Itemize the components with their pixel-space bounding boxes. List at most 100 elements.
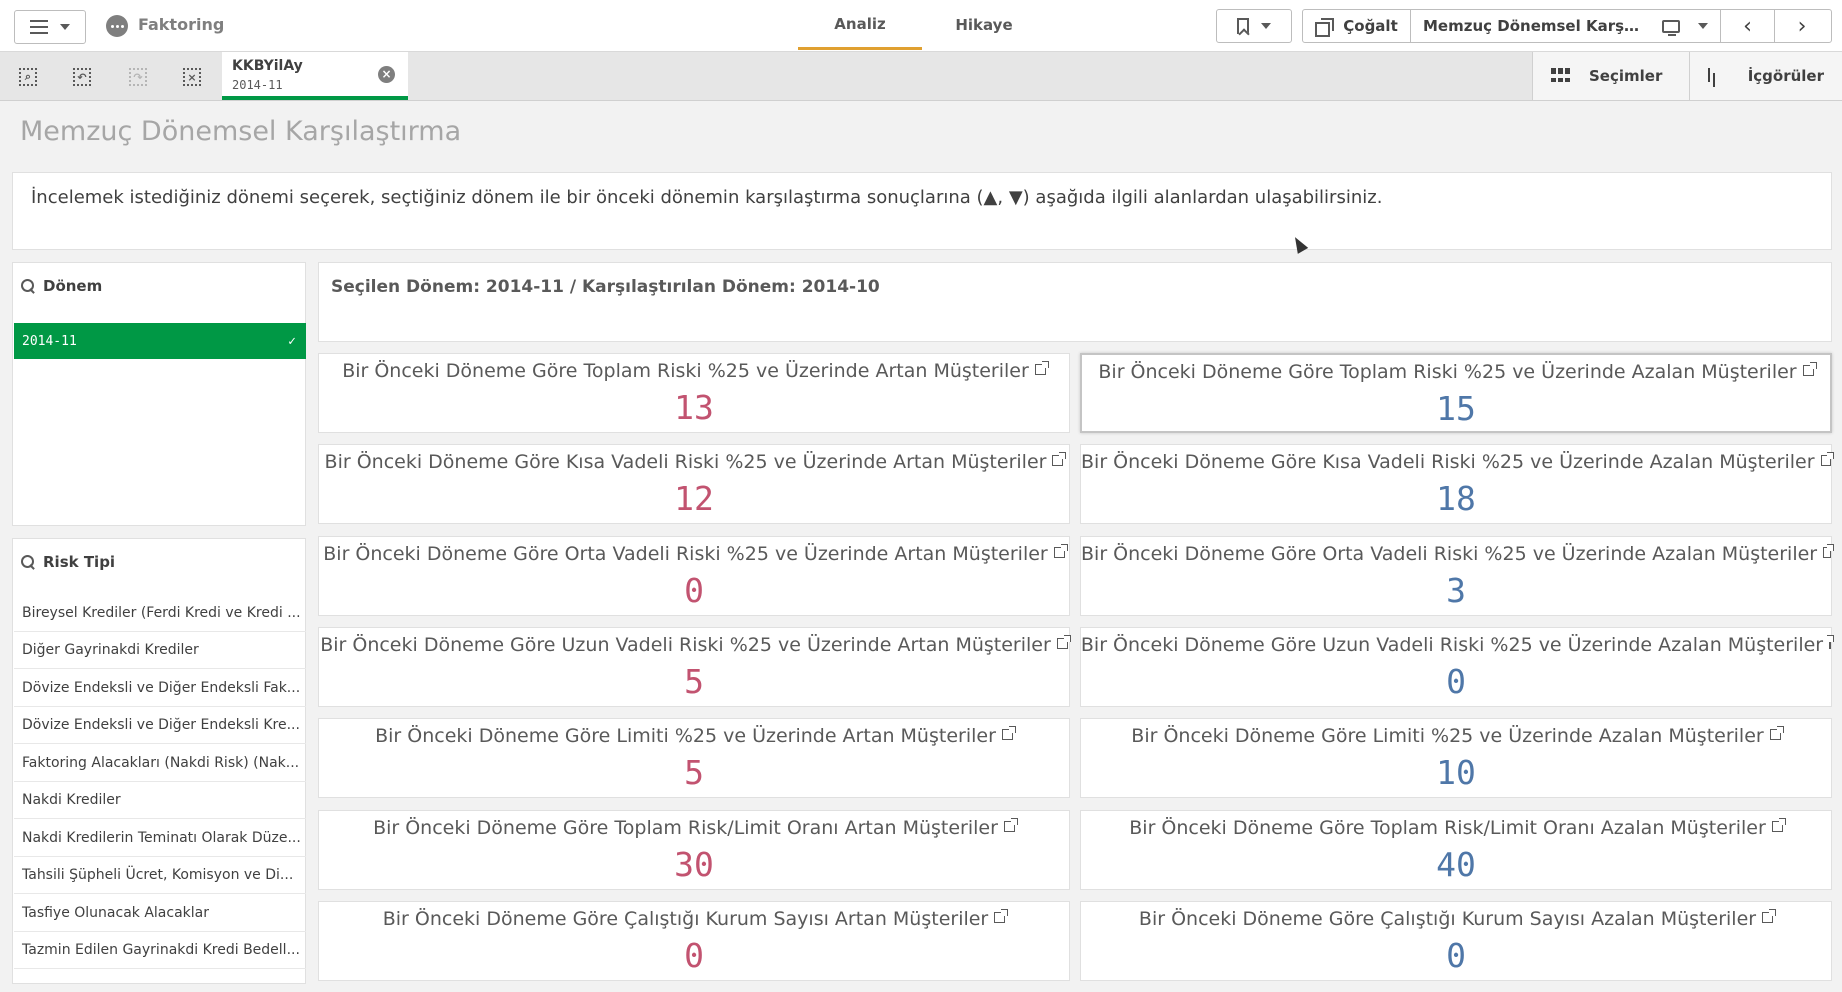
kpi-value: 30 bbox=[674, 845, 714, 884]
risk-tipi-filter-header[interactable]: Risk Tipi bbox=[21, 553, 115, 571]
sheet-title: Memzuç Dönemsel Karşılaştırma bbox=[20, 116, 462, 147]
kpi-title: Bir Önceki Döneme Göre Çalıştığı Kurum S… bbox=[319, 908, 1069, 930]
kpi-label: Bir Önceki Döneme Göre Toplam Risk/Limit… bbox=[373, 817, 998, 839]
external-link-icon[interactable] bbox=[1771, 817, 1786, 832]
kpi-label: Bir Önceki Döneme Göre Orta Vadeli Riski… bbox=[323, 543, 1048, 565]
external-link-icon[interactable] bbox=[1003, 817, 1018, 832]
external-link-icon[interactable] bbox=[1827, 634, 1835, 649]
kpi-label: Bir Önceki Döneme Göre Çalıştığı Kurum S… bbox=[1138, 908, 1757, 930]
kpi-card[interactable]: Bir Önceki Döneme Göre Toplam Risk/Limit… bbox=[1080, 810, 1832, 890]
external-link-icon[interactable] bbox=[1034, 360, 1049, 375]
sheet-icon bbox=[1661, 19, 1680, 36]
global-menu-button[interactable] bbox=[14, 10, 86, 44]
kpi-title: Bir Önceki Döneme Göre Kısa Vadeli Riski… bbox=[319, 451, 1069, 473]
list-item[interactable]: Diğer Gayrinakdi Krediler bbox=[14, 632, 306, 669]
tab-hikaye[interactable]: Hikaye bbox=[922, 0, 1046, 50]
kpi-value: 5 bbox=[684, 662, 704, 701]
donem-filter-header[interactable]: Dönem bbox=[21, 277, 102, 295]
kpi-card[interactable]: Bir Önceki Döneme Göre Toplam Riski %25 … bbox=[1080, 353, 1832, 433]
kpi-card[interactable]: Bir Önceki Döneme Göre Kısa Vadeli Riski… bbox=[318, 444, 1070, 524]
close-icon[interactable]: × bbox=[378, 66, 395, 83]
external-link-icon[interactable] bbox=[1001, 725, 1016, 740]
list-item[interactable]: Nakdi Kredilerin Teminatı Olarak Düze... bbox=[14, 820, 306, 857]
donem-selected-item[interactable]: 2014-11 ✓ bbox=[14, 323, 306, 359]
smart-search-button[interactable]: ⌕ bbox=[16, 65, 40, 89]
tab-analiz[interactable]: Analiz bbox=[798, 0, 922, 50]
list-item[interactable]: Tasfiye Olunacak Alacaklar bbox=[14, 895, 306, 932]
kpi-card[interactable]: Bir Önceki Döneme Göre Toplam Risk/Limit… bbox=[318, 810, 1070, 890]
chevron-down-icon bbox=[1698, 23, 1708, 29]
period-heading: Seçilen Dönem: 2014-11 / Karşılaştırılan… bbox=[331, 277, 880, 297]
kpi-card[interactable]: Bir Önceki Döneme Göre Limiti %25 ve Üze… bbox=[318, 718, 1070, 798]
next-sheet-button[interactable]: › bbox=[1775, 10, 1829, 42]
selections-button[interactable]: Seçimler bbox=[1533, 52, 1690, 100]
kpi-value: 5 bbox=[684, 753, 704, 792]
list-item[interactable]: Bireysel Krediler (Ferdi Kredi ve Kredi … bbox=[14, 595, 306, 632]
search-icon bbox=[21, 555, 35, 569]
list-item[interactable]: Dövize Endeksli ve Diğer Endeksli Kre... bbox=[14, 707, 306, 744]
period-heading-panel: Seçilen Dönem: 2014-11 / Karşılaştırılan… bbox=[318, 262, 1832, 342]
chevron-right-icon: › bbox=[1797, 13, 1807, 39]
list-item[interactable]: Nakdi Krediler bbox=[14, 782, 306, 819]
kpi-card[interactable]: Bir Önceki Döneme Göre Kısa Vadeli Riski… bbox=[1080, 444, 1835, 524]
external-link-icon[interactable] bbox=[1053, 543, 1068, 558]
kpi-label: Bir Önceki Döneme Göre Uzun Vadeli Riski… bbox=[320, 634, 1051, 656]
list-item[interactable]: Tahsili Şüpheli Ücret, Komisyon ve Di... bbox=[14, 857, 306, 894]
sheet-controls: Çoğalt Memzuç Dönemsel Karşılaşt... ‹ › bbox=[1302, 9, 1832, 43]
kpi-label: Bir Önceki Döneme Göre Toplam Risk/Limit… bbox=[1129, 817, 1766, 839]
kpi-card[interactable]: Bir Önceki Döneme Göre Orta Vadeli Riski… bbox=[318, 536, 1070, 616]
duplicate-label: Çoğalt bbox=[1343, 17, 1398, 35]
kpi-value: 0 bbox=[1446, 936, 1466, 975]
kpi-value: 15 bbox=[1436, 389, 1476, 428]
kpi-value: 0 bbox=[684, 936, 704, 975]
step-forward-button[interactable]: ↷ bbox=[126, 65, 150, 89]
kpi-card[interactable]: Bir Önceki Döneme Göre Limiti %25 ve Üze… bbox=[1080, 718, 1832, 798]
external-link-icon[interactable] bbox=[1820, 451, 1835, 466]
external-link-icon[interactable] bbox=[994, 908, 1009, 923]
kpi-title: Bir Önceki Döneme Göre Orta Vadeli Riski… bbox=[319, 543, 1069, 565]
external-link-icon[interactable] bbox=[1762, 908, 1777, 923]
step-forward-icon: ↷ bbox=[129, 68, 147, 86]
insights-button[interactable]: İçgörüler bbox=[1690, 52, 1842, 100]
check-icon: ✓ bbox=[288, 333, 296, 349]
kpi-card[interactable]: Bir Önceki Döneme Göre Uzun Vadeli Riski… bbox=[318, 627, 1071, 707]
external-link-icon[interactable] bbox=[1769, 725, 1784, 740]
clear-selections-button[interactable]: × bbox=[180, 65, 204, 89]
top-toolbar: Faktoring Analiz Hikaye Çoğalt Memzuç Dö… bbox=[0, 0, 1842, 52]
external-link-icon[interactable] bbox=[1052, 451, 1067, 466]
sheet-selector[interactable]: Memzuç Dönemsel Karşılaşt... bbox=[1411, 10, 1721, 42]
kpi-card[interactable]: Bir Önceki Döneme Göre Çalıştığı Kurum S… bbox=[318, 901, 1070, 981]
kpi-title: Bir Önceki Döneme Göre Toplam Riski %25 … bbox=[319, 360, 1069, 382]
duplicate-button[interactable]: Çoğalt bbox=[1303, 10, 1411, 42]
previous-sheet-button[interactable]: ‹ bbox=[1721, 10, 1775, 42]
kpi-value: 10 bbox=[1436, 753, 1476, 792]
external-link-icon[interactable] bbox=[1056, 634, 1071, 649]
kpi-title: Bir Önceki Döneme Göre Toplam Riski %25 … bbox=[1082, 361, 1830, 383]
list-item[interactable]: Dövize Endeksli ve Diğer Endeksli Fak... bbox=[14, 670, 306, 707]
kpi-value: 12 bbox=[674, 479, 714, 518]
info-text: İncelemek istediğiniz dönemi seçerek, se… bbox=[31, 187, 1383, 208]
kpi-value: 0 bbox=[1446, 662, 1466, 701]
selection-chip[interactable]: KKBYilAy 2014-11 × bbox=[222, 52, 408, 100]
kpi-label: Bir Önceki Döneme Göre Toplam Riski %25 … bbox=[1098, 361, 1797, 383]
kpi-value: 3 bbox=[1446, 571, 1466, 610]
kpi-card[interactable]: Bir Önceki Döneme Göre Toplam Riski %25 … bbox=[318, 353, 1070, 433]
kpi-title: Bir Önceki Döneme Göre Orta Vadeli Riski… bbox=[1081, 543, 1834, 565]
kpi-label: Bir Önceki Döneme Göre Uzun Vadeli Riski… bbox=[1080, 634, 1824, 656]
bookmarks-button[interactable] bbox=[1216, 9, 1292, 43]
kpi-card[interactable]: Bir Önceki Döneme Göre Uzun Vadeli Riski… bbox=[1080, 627, 1835, 707]
chevron-down-icon bbox=[1261, 23, 1271, 29]
external-link-icon[interactable] bbox=[1823, 543, 1834, 558]
step-back-button[interactable]: ↶ bbox=[70, 65, 94, 89]
kpi-card[interactable]: Bir Önceki Döneme Göre Çalıştığı Kurum S… bbox=[1080, 901, 1832, 981]
risk-tipi-filter-pane: Risk Tipi Bireysel Krediler (Ferdi Kredi… bbox=[12, 538, 306, 984]
external-link-icon[interactable] bbox=[1802, 361, 1817, 376]
insights-icon bbox=[1707, 68, 1728, 84]
kpi-title: Bir Önceki Döneme Göre Limiti %25 ve Üze… bbox=[319, 725, 1069, 747]
kpi-title: Bir Önceki Döneme Göre Uzun Vadeli Riski… bbox=[319, 634, 1071, 656]
list-item[interactable]: Tazmin Edilen Gayrinakdi Kredi Bedell... bbox=[14, 932, 306, 969]
list-item[interactable]: Faktoring Alacakları (Nakdi Risk) (Nak..… bbox=[14, 745, 306, 782]
kpi-label: Bir Önceki Döneme Göre Orta Vadeli Riski… bbox=[1081, 543, 1818, 565]
kpi-card[interactable]: Bir Önceki Döneme Göre Orta Vadeli Riski… bbox=[1080, 536, 1834, 616]
kpi-title: Bir Önceki Döneme Göre Uzun Vadeli Riski… bbox=[1080, 634, 1835, 656]
